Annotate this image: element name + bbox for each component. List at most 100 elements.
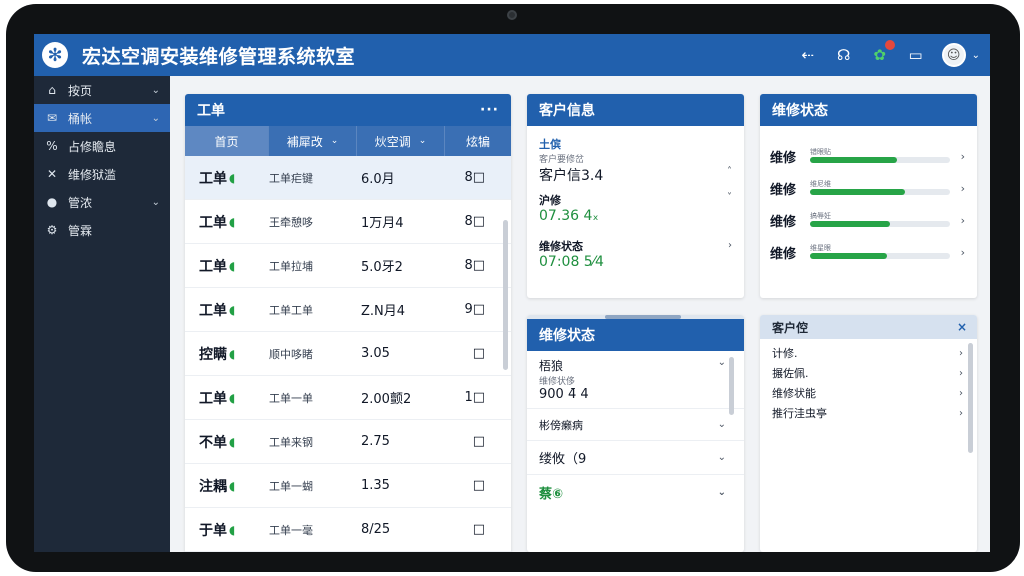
chevron-down-icon[interactable]: ⌄	[718, 357, 726, 368]
list-item[interactable]: 缕攸（9 ⌄	[527, 441, 744, 475]
cell-text: 不单	[199, 434, 227, 451]
list-item[interactable]: 计修. ›	[760, 343, 977, 363]
app-screen: ✻ 宏达空调安装维修管理系统软室 ⇠ ☊ ✿ ▭ ☺ ⌄ ⌂ 按页 ⌄ ✉ 桶帐…	[34, 34, 990, 552]
tab-filter-3[interactable]: 炫犏	[445, 126, 511, 156]
table-row[interactable]: 于单 ◖ 工单一毫 8/25 □	[185, 508, 511, 552]
work-orders-table: 工单 ◖ 工单疟键 6.0月 8□ 工单 ◖ 王牵憩哆 1万月4 8□ 工单 ◖ 工单拉埔 5.0牙2 8□…	[185, 156, 511, 552]
chevron-down-icon[interactable]: ⌄	[718, 487, 726, 498]
gear-icon: ⚙	[46, 223, 58, 237]
tab-home[interactable]: 首页	[185, 126, 269, 156]
table-row[interactable]: 控瞒 ◖ 顺中哆睹 3.05 □	[185, 332, 511, 376]
back-icon[interactable]: ⇠	[798, 46, 818, 64]
chevron-down-icon[interactable]: ⌄	[718, 452, 726, 463]
chevron-down-icon: ⌄	[151, 196, 160, 208]
sidebar-item-home[interactable]: ⌂ 按页 ⌄	[34, 76, 170, 104]
home-icon: ⌂	[48, 83, 56, 97]
order-name-cell: 工单 ◖	[185, 300, 269, 320]
tab-filter-2[interactable]: 炏空调 ⌄	[357, 126, 445, 156]
table-row[interactable]: 工单 ◖ 王牵憩哆 1万月4 8□	[185, 200, 511, 244]
scrollbar[interactable]	[503, 220, 508, 370]
customer-info-row[interactable]: 土傧 客户要修岔 客户信3.4 ˄	[539, 136, 732, 192]
monitor-icon[interactable]: ▭	[906, 46, 926, 64]
list-item[interactable]: 搌佐佩. ›	[760, 363, 977, 383]
chevron-right-icon[interactable]: ›	[959, 348, 963, 359]
chevron-down-icon[interactable]: ⌄	[718, 419, 726, 430]
headset-icon[interactable]: ☊	[834, 46, 854, 64]
order-desc-cell: 工单拉埔	[269, 259, 313, 273]
user-icon: ●	[46, 195, 58, 209]
customer-panel-list: 计修. › 搌佐佩. › 维修状能 › 推行洼虫亭 ›	[760, 339, 977, 423]
chevron-right-icon[interactable]: ›	[959, 368, 963, 379]
chevron-right-icon[interactable]: ›	[959, 388, 963, 399]
list-item[interactable]: 推行洼虫亭 ›	[760, 403, 977, 423]
mail-icon: ✉	[46, 111, 58, 125]
list-item[interactable]: 维修状能 ›	[760, 383, 977, 403]
sidebar-item-orders[interactable]: ✉ 桶帐 ⌄	[34, 104, 170, 132]
field-value: 07.36 4ₓ	[539, 208, 599, 224]
repair-status-row[interactable]: 维修 搞辱妊 ›	[760, 204, 977, 236]
sidebar-item-label: 管霖	[68, 223, 93, 238]
app-title: 宏达空调安装维修管理系统软室	[82, 45, 356, 68]
list-item-label: 计修.	[772, 347, 798, 360]
sidebar-item-info[interactable]: % 占修瞻息	[34, 132, 170, 160]
panel-title: 工单	[197, 103, 225, 119]
list-item[interactable]: 蔡⑥ ⌄	[527, 475, 744, 509]
table-row[interactable]: 工单 ◖ 工单拉埔 5.0牙2 8□	[185, 244, 511, 288]
list-item[interactable]: 彬傍癞病 ⌄	[527, 409, 744, 441]
table-row[interactable]: 工单 ◖ 工单疟键 6.0月 8□	[185, 156, 511, 200]
order-status-cell: 8□	[464, 170, 485, 185]
panel-title: 维修状态	[539, 328, 595, 344]
chevron-right-icon[interactable]: ›	[961, 214, 965, 227]
order-status-cell: 8□	[464, 258, 485, 273]
order-name-cell: 工单 ◖	[185, 256, 269, 276]
progress-fill	[810, 253, 887, 259]
repair-status-panel: 维修状态 维修 错眼贴 › 维修 维尼维 › 维修 搞辱妊 › 维修 维星眼 ›	[760, 94, 977, 298]
sidebar-item-repair[interactable]: ✕ 维修狱滥	[34, 160, 170, 188]
panel-title: 维修状态	[772, 103, 828, 119]
chevron-down-icon[interactable]: ˅	[727, 192, 732, 203]
table-row[interactable]: 不单 ◖ 工单来钢 2.75 □	[185, 420, 511, 464]
tab-label: 補犀改	[286, 134, 323, 149]
table-row[interactable]: 工单 ◖ 工单一单 2.00颤2 1□	[185, 376, 511, 420]
sidebar-item-manage[interactable]: ● 管浓 ⌄	[34, 188, 170, 216]
sidebar-item-settings[interactable]: ⚙ 管霖	[34, 216, 170, 244]
table-row[interactable]: 注耦 ◖ 工单一蝴 1.35 □	[185, 464, 511, 508]
chevron-right-icon[interactable]: ›	[959, 408, 963, 419]
list-item-label: 推行洼虫亭	[772, 407, 827, 420]
avatar[interactable]: ☺	[941, 43, 966, 67]
repair-status-row[interactable]: 维修 维星眼 ›	[760, 236, 977, 268]
list-item-label: 蔡⑥	[539, 486, 564, 502]
chevron-right-icon[interactable]: ›	[961, 182, 965, 195]
percent-icon: %	[46, 139, 58, 153]
customer-info-row[interactable]: 维修状态 07:08 5⁄4 ›	[539, 238, 732, 284]
list-item-sublabel: 维修状侈	[539, 377, 576, 387]
close-icon[interactable]: ×	[957, 320, 967, 334]
chevron-up-icon[interactable]: ˄	[727, 166, 732, 177]
tab-filter-1[interactable]: 補犀改 ⌄	[269, 126, 357, 156]
header-tools: ⇠ ☊ ✿ ▭ ☺ ⌄	[798, 34, 980, 76]
plant-icon[interactable]: ✿	[870, 40, 895, 64]
notification-badge	[884, 40, 895, 50]
status-dot-icon: ◖	[229, 170, 236, 185]
status-dot-icon: ◖	[229, 214, 236, 229]
chevron-right-icon[interactable]: ›	[728, 240, 732, 251]
order-name-cell: 控瞒 ◖	[185, 344, 269, 364]
chevron-down-icon[interactable]: ⌄	[972, 50, 980, 61]
status-dot-icon: ◖	[229, 478, 236, 493]
repair-status-row[interactable]: 维修 维尼维 ›	[760, 172, 977, 204]
chevron-right-icon[interactable]: ›	[961, 246, 965, 259]
table-row[interactable]: 工单 ◖ 工单工单 Z.N月4 9□	[185, 288, 511, 332]
more-icon[interactable]: ···	[480, 102, 499, 118]
repair-status-list: 维修 错眼贴 › 维修 维尼维 › 维修 搞辱妊 › 维修 维星眼 ›	[760, 126, 977, 268]
order-name-cell: 不单 ◖	[185, 432, 269, 452]
scrollbar[interactable]	[968, 343, 973, 453]
order-status-cell: □	[472, 346, 485, 361]
customer-info-row[interactable]: 沪修 07.36 4ₓ ˅	[539, 192, 732, 238]
repair-status-row[interactable]: 维修 错眼贴 ›	[760, 140, 977, 172]
work-orders-panel: 工单 ··· 首页 補犀改 ⌄ 炏空调 ⌄ 炫犏 工单 ◖ 工单疟键 6.0月 8□ 工单 ◖ 王…	[185, 94, 511, 552]
list-item[interactable]: 梧狼 维修状侈 900 4̄ 4 ⌄	[527, 351, 744, 409]
order-desc-cell: 工单一毫	[269, 523, 313, 537]
chevron-right-icon[interactable]: ›	[961, 150, 965, 163]
customer-panel: 客户倥 × 计修. › 搌佐佩. › 维修状能 › 推行洼虫亭 ›	[760, 315, 977, 552]
scrollbar[interactable]	[729, 357, 734, 415]
